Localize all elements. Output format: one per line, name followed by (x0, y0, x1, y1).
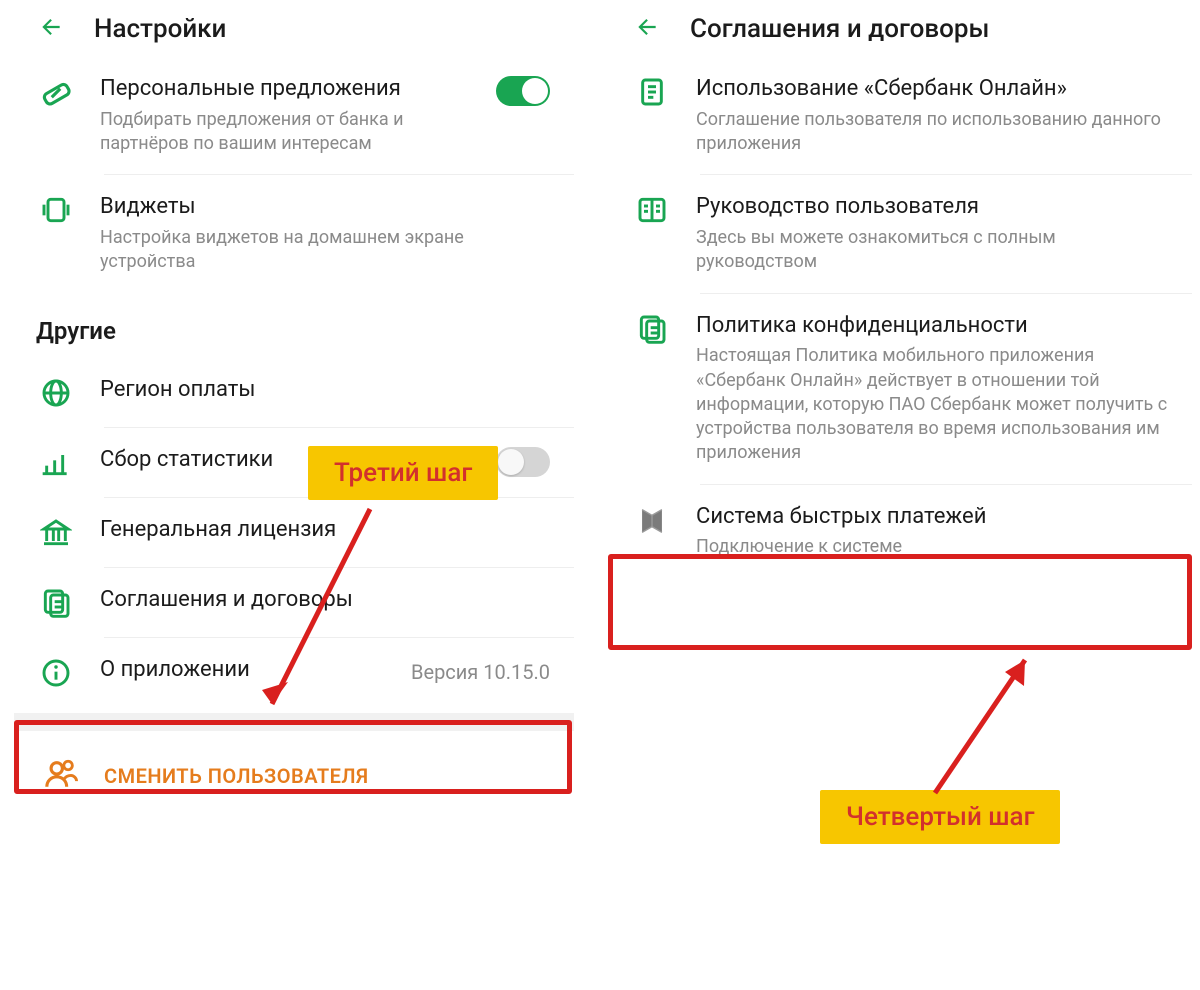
personal-offers-toggle[interactable] (496, 76, 550, 106)
personal-offers-sub: Подбирать предложения от банка и партнёр… (100, 108, 470, 157)
sbp-icon (634, 502, 670, 538)
globe-icon (38, 375, 74, 409)
payment-region-title: Регион оплаты (100, 375, 550, 405)
agreements-title: Соглашения и договоры (100, 585, 550, 615)
about-row[interactable]: О приложении Версия 10.15.0 (14, 637, 574, 707)
widgets-row[interactable]: Виджеты Настройка виджетов на домашнем э… (14, 174, 574, 292)
widgets-sub: Настройка виджетов на домашнем экране ус… (100, 226, 550, 275)
agreements-row[interactable]: Соглашения и договоры (14, 567, 574, 637)
payment-region-row[interactable]: Регион оплаты (14, 357, 574, 427)
step4-arrow (920, 648, 1060, 798)
step4-callout: Четвертый шаг (820, 790, 1060, 844)
switch-user-button[interactable]: СМЕНИТЬ ПОЛЬЗОВАТЕЛЯ (14, 731, 574, 796)
privacy-icon (634, 311, 670, 345)
sbp-sub: Подключение к системе (696, 535, 1168, 559)
step3-callout: Третий шаг (308, 446, 498, 500)
page-title: Настройки (94, 14, 226, 44)
document-icon (634, 74, 670, 108)
sbo-usage-row[interactable]: Использование «Сбербанк Онлайн» Соглашен… (610, 56, 1192, 174)
about-title: О приложении (100, 655, 385, 685)
info-icon (38, 655, 74, 689)
personal-offers-row[interactable]: Персональные предложения Подбирать предл… (14, 56, 574, 174)
personal-offers-title: Персональные предложения (100, 74, 470, 104)
section-other: Другие (14, 293, 574, 357)
manual-title: Руководство пользователя (696, 192, 1168, 222)
license-title: Генеральная лицензия (100, 515, 550, 545)
switch-user-icon (44, 757, 78, 796)
sbp-row[interactable]: Система быстрых платежей Подключение к с… (610, 484, 1192, 578)
page-title: Соглашения и договоры (690, 14, 989, 44)
stats-icon (38, 445, 74, 479)
settings-screen: Настройки Персональные предложения Подби… (14, 0, 574, 796)
sbo-usage-sub: Соглашение пользователя по использованию… (696, 108, 1168, 157)
switch-user-label: СМЕНИТЬ ПОЛЬЗОВАТЕЛЯ (104, 764, 369, 788)
back-icon[interactable] (634, 14, 660, 44)
license-row[interactable]: Генеральная лицензия (14, 497, 574, 567)
privacy-title: Политика конфиденциальности (696, 311, 1168, 341)
app-header: Соглашения и договоры (610, 0, 1192, 56)
widgets-icon (38, 192, 74, 226)
sbp-title: Система быстрых платежей (696, 502, 1168, 532)
stats-toggle[interactable] (496, 447, 550, 477)
bank-icon (38, 515, 74, 549)
sbo-usage-title: Использование «Сбербанк Онлайн» (696, 74, 1168, 104)
agreements-icon (38, 585, 74, 619)
app-header: Настройки (14, 0, 574, 56)
privacy-sub: Настоящая Политика мобильного приложения… (696, 344, 1168, 465)
back-icon[interactable] (38, 14, 64, 44)
widgets-title: Виджеты (100, 192, 550, 222)
section-divider (14, 713, 574, 731)
agreements-screen: Соглашения и договоры Использование «Сбе… (610, 0, 1192, 578)
privacy-row[interactable]: Политика конфиденциальности Настоящая По… (610, 293, 1192, 484)
manual-row[interactable]: Руководство пользователя Здесь вы можете… (610, 174, 1192, 292)
app-version: Версия 10.15.0 (411, 660, 550, 684)
manual-sub: Здесь вы можете ознакомиться с полным ру… (696, 226, 1168, 275)
offer-icon (38, 74, 74, 110)
book-icon (634, 192, 670, 226)
